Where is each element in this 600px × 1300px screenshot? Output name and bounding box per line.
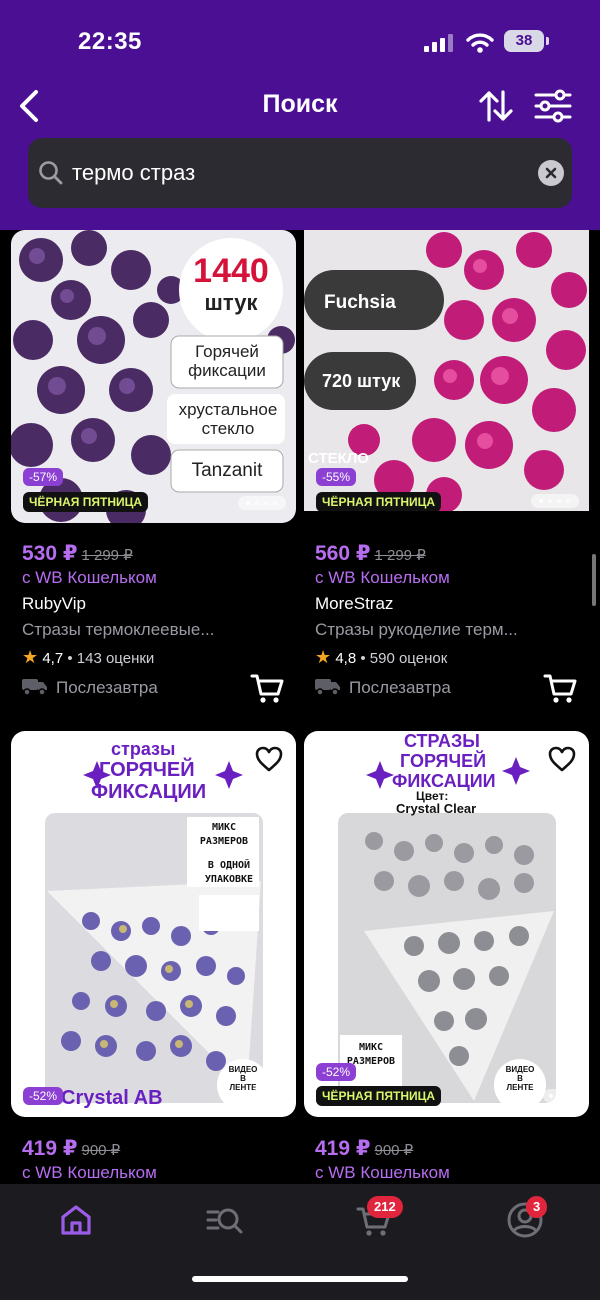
- sort-icon[interactable]: [478, 88, 514, 124]
- image-color: Fuchsia: [324, 292, 396, 313]
- discount-badge: -57%: [23, 468, 64, 486]
- video-label: ВИДЕО В ЛЕНТЕ: [228, 1065, 258, 1092]
- delivery-info: Послезавтра: [315, 677, 451, 698]
- product-description: Стразы рукоделие терм...: [315, 620, 518, 639]
- image-note: МИКС РАЗМЕРОВ: [199, 822, 249, 847]
- image-note: В ОДНОЙ УПАКОВКЕ: [204, 860, 254, 885]
- wifi-icon: [466, 33, 494, 53]
- tab-bar: 212 3: [0, 1184, 600, 1300]
- battery-indicator: 38: [504, 30, 544, 52]
- old-price: 1 299 ₽: [81, 547, 133, 564]
- product-image[interactable]: СТРАЗЫ ГОРЯЧЕЙ ФИКСАЦИИ Цвет: Crystal Cl…: [304, 731, 589, 1117]
- price: 419 ₽900 ₽: [22, 1137, 121, 1160]
- image-count: 1440: [193, 252, 269, 290]
- product-card[interactable]: 1440 штук Горячей фиксации хрустальное с…: [11, 230, 296, 710]
- search-bar[interactable]: [28, 138, 572, 208]
- image-title: ФИКСАЦИИ: [91, 781, 207, 803]
- product-image[interactable]: стразы ГОРЯЧЕЙ ФИКСАЦИИ МИКС РАЗМЕРОВ В О…: [11, 731, 296, 1117]
- image-pagination: [238, 496, 286, 510]
- filter-icon[interactable]: [534, 88, 572, 124]
- video-label: ВИДЕО В ЛЕНТЕ: [505, 1065, 535, 1092]
- promo-badge: ЧЁРНАЯ ПЯТНИЦА: [316, 1086, 442, 1106]
- image-count: 720 штук: [322, 371, 401, 391]
- rating: ★ 4,7 • 143 оценки: [22, 647, 155, 667]
- discount-badge: -52%: [316, 1063, 357, 1081]
- scrollbar[interactable]: [592, 554, 596, 606]
- wallet-note: с WB Кошельком: [22, 1163, 157, 1182]
- discount-badge: -52%: [23, 1087, 64, 1105]
- signal-icon: [424, 34, 454, 52]
- cart-icon[interactable]: [250, 672, 284, 704]
- image-color: Crystal Clear: [396, 801, 477, 816]
- truck-icon: [22, 679, 47, 696]
- old-price: 900 ₽: [81, 1142, 121, 1159]
- product-card[interactable]: стразы ГОРЯЧЕЙ ФИКСАЦИИ МИКС РАЗМЕРОВ В О…: [11, 731, 296, 1184]
- promo-badge: ЧЁРНАЯ ПЯТНИЦА: [316, 492, 442, 511]
- image-title: ГОРЯЧЕЙ: [400, 751, 487, 771]
- image-glass: СТЕКЛО: [308, 450, 369, 467]
- cart-badge: 212: [367, 1196, 403, 1218]
- truck-icon: [315, 679, 340, 696]
- product-image[interactable]: Fuchsia 720 штук СТЕКЛО -55% ЧЁРНАЯ ПЯТН…: [304, 230, 589, 511]
- price: 530 ₽1 299 ₽: [22, 542, 133, 565]
- star-icon: ★: [315, 647, 332, 667]
- price: 419 ₽900 ₽: [315, 1137, 414, 1160]
- promo-badge: ЧЁРНАЯ ПЯТНИЦА: [23, 492, 149, 512]
- product-description: Стразы термоклеевые...: [22, 620, 215, 639]
- product-card[interactable]: Fuchsia 720 штук СТЕКЛО -55% ЧЁРНАЯ ПЯТН…: [304, 230, 589, 710]
- image-title: СТРАЗЫ: [404, 731, 480, 751]
- cart-icon[interactable]: [543, 672, 577, 704]
- image-line: Tanzanit: [191, 460, 263, 481]
- image-title: стразы: [111, 739, 176, 759]
- search-input[interactable]: [72, 156, 512, 190]
- wallet-note: с WB Кошельком: [22, 568, 157, 587]
- status-time: 22:35: [78, 28, 142, 55]
- price: 560 ₽1 299 ₽: [315, 542, 426, 565]
- image-pagination: [543, 1089, 579, 1103]
- star-icon: ★: [22, 647, 39, 667]
- catalog-search-icon[interactable]: [204, 1200, 244, 1240]
- clear-icon[interactable]: [538, 160, 564, 186]
- home-icon[interactable]: [56, 1200, 96, 1240]
- image-unit: штук: [204, 290, 258, 315]
- image-line: хрустальное стекло: [178, 400, 278, 438]
- image-line: Горячей фиксации: [188, 342, 266, 380]
- rating: ★ 4,8 • 590 оценок: [315, 647, 448, 667]
- heart-icon[interactable]: [547, 745, 577, 773]
- header: 22:35 38 Поиск: [0, 0, 600, 230]
- image-label: Crystal AB: [61, 1087, 163, 1109]
- seller-name: RubyVip: [22, 594, 86, 613]
- old-price: 1 299 ₽: [374, 547, 426, 564]
- image-pagination: [250, 1089, 286, 1103]
- heart-icon[interactable]: [254, 745, 284, 773]
- image-pagination: [531, 494, 579, 508]
- battery-tip: [546, 37, 549, 45]
- wallet-note: с WB Кошельком: [315, 568, 450, 587]
- profile-badge: 3: [526, 1196, 548, 1218]
- seller-name: MoreStraz: [315, 594, 394, 613]
- old-price: 900 ₽: [374, 1142, 414, 1159]
- status-bar: 22:35 38: [0, 24, 600, 60]
- discount-badge: -55%: [316, 468, 357, 486]
- product-card[interactable]: СТРАЗЫ ГОРЯЧЕЙ ФИКСАЦИИ Цвет: Crystal Cl…: [304, 731, 589, 1184]
- delivery-info: Послезавтра: [22, 677, 158, 698]
- wallet-note: с WB Кошельком: [315, 1163, 450, 1182]
- product-image[interactable]: 1440 штук Горячей фиксации хрустальное с…: [11, 230, 296, 523]
- image-title: ГОРЯЧЕЙ: [99, 759, 195, 781]
- home-indicator: [192, 1276, 408, 1282]
- search-icon: [39, 161, 63, 185]
